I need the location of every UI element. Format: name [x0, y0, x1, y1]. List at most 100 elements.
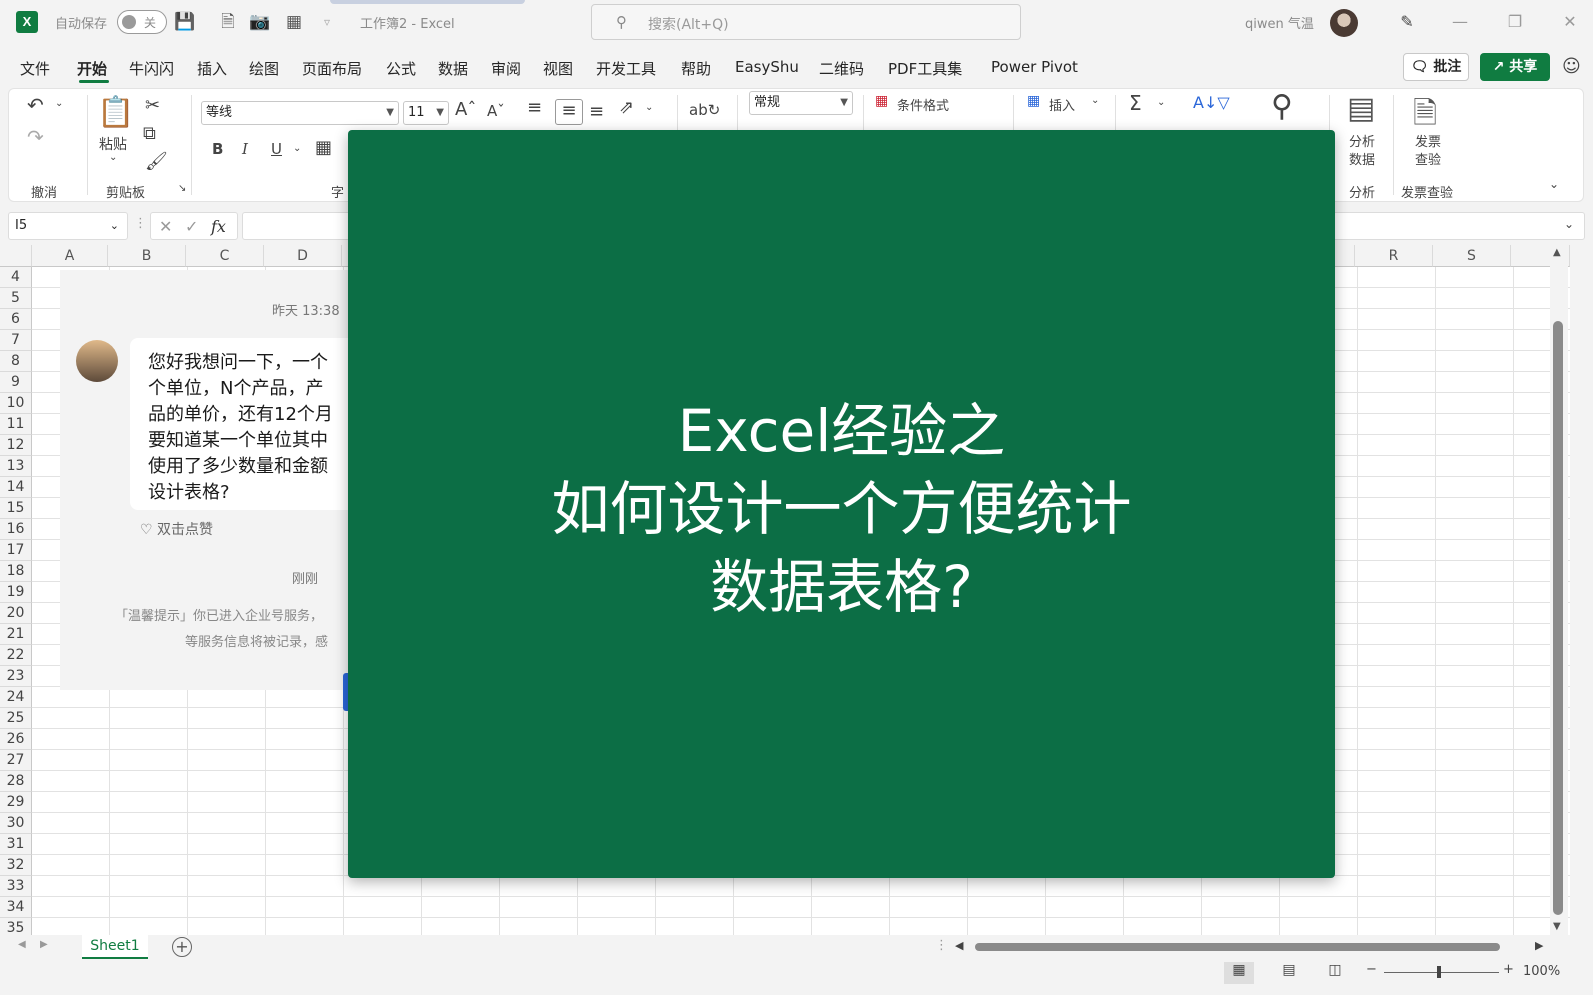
- insert-cells-label[interactable]: 插入: [1049, 95, 1075, 114]
- tab-page-layout[interactable]: 页面布局: [302, 58, 362, 79]
- row-header[interactable]: 17: [0, 540, 32, 561]
- tab-easyshu[interactable]: EasyShu: [735, 58, 799, 76]
- row-header[interactable]: 29: [0, 792, 32, 813]
- tab-help[interactable]: 帮助: [681, 58, 711, 79]
- close-button[interactable]: ✕: [1558, 10, 1582, 34]
- tab-home[interactable]: 开始: [77, 58, 107, 79]
- number-format-select[interactable]: 常规 ▼: [749, 91, 853, 115]
- scroll-left-icon[interactable]: ◀: [955, 939, 963, 952]
- comment-button[interactable]: 🗨 批注: [1403, 53, 1469, 81]
- analyze-label-2[interactable]: 数据: [1349, 149, 1375, 168]
- align-middle-icon[interactable]: ≡: [555, 99, 583, 125]
- tab-data[interactable]: 数据: [438, 58, 468, 79]
- collapse-ribbon-icon[interactable]: ⌄: [1549, 177, 1559, 191]
- increase-font-icon[interactable]: Aˆ: [455, 99, 476, 120]
- italic-button[interactable]: I: [242, 140, 248, 158]
- row-header[interactable]: 10: [0, 393, 32, 414]
- sheet-tab[interactable]: Sheet1: [82, 935, 148, 959]
- tab-view[interactable]: 视图: [543, 58, 573, 79]
- paste-dropdown-icon[interactable]: ⌄: [109, 152, 117, 163]
- row-header[interactable]: 16: [0, 519, 32, 540]
- undo-icon[interactable]: ↶: [27, 93, 44, 117]
- camera-icon[interactable]: 📷: [248, 10, 272, 34]
- send-file-icon[interactable]: 🗎: [216, 10, 240, 34]
- prev-sheet-icon[interactable]: ◀: [18, 939, 26, 950]
- row-header[interactable]: 9: [0, 372, 32, 393]
- row-header[interactable]: 25: [0, 708, 32, 729]
- page-layout-view-icon[interactable]: ▤: [1274, 962, 1304, 984]
- tab-formulas[interactable]: 公式: [386, 58, 416, 79]
- autosum-icon[interactable]: Σ: [1129, 91, 1142, 115]
- row-header[interactable]: 24: [0, 687, 32, 708]
- find-select-icon[interactable]: ⚲: [1271, 89, 1293, 124]
- row-header[interactable]: 4: [0, 267, 32, 288]
- tab-file[interactable]: 文件: [20, 58, 50, 79]
- scroll-right-icon[interactable]: ▶: [1535, 939, 1543, 952]
- zoom-in-icon[interactable]: +: [1503, 962, 1514, 977]
- conditional-format-icon[interactable]: ▦: [875, 93, 888, 109]
- zoom-slider-knob[interactable]: [1437, 966, 1441, 978]
- tab-developer[interactable]: 开发工具: [596, 58, 656, 79]
- cancel-icon[interactable]: ✕: [159, 217, 172, 236]
- format-painter-icon[interactable]: 🖌: [145, 151, 168, 172]
- normal-view-icon[interactable]: ▦: [1224, 962, 1254, 984]
- row-header[interactable]: 26: [0, 729, 32, 750]
- conditional-format-label[interactable]: 条件格式: [897, 95, 949, 114]
- tab-insert[interactable]: 插入: [197, 58, 227, 79]
- tab-review[interactable]: 审阅: [491, 58, 521, 79]
- expand-formula-icon[interactable]: ⌄: [1564, 217, 1574, 231]
- tab-splitter-icon[interactable]: ⋮: [935, 938, 948, 953]
- invoice-label-2[interactable]: 查验: [1415, 149, 1441, 168]
- page-break-view-icon[interactable]: ◫: [1320, 962, 1350, 984]
- search-box[interactable]: ⚲ 搜索(Alt+Q): [591, 4, 1021, 40]
- orientation-dropdown-icon[interactable]: ⌄: [645, 102, 653, 113]
- invoice-label-1[interactable]: 发票: [1415, 131, 1441, 150]
- analyze-data-icon[interactable]: ▤: [1347, 91, 1375, 126]
- row-header[interactable]: 31: [0, 834, 32, 855]
- column-header[interactable]: D: [264, 245, 342, 267]
- row-header[interactable]: 11: [0, 414, 32, 435]
- tab-niushanshan[interactable]: 牛闪闪: [129, 58, 174, 79]
- redo-icon[interactable]: ↷: [27, 125, 44, 149]
- row-header[interactable]: 15: [0, 498, 32, 519]
- clipboard-launcher-icon[interactable]: ↘: [178, 183, 186, 194]
- row-header[interactable]: 18: [0, 561, 32, 582]
- row-header[interactable]: 14: [0, 477, 32, 498]
- column-header[interactable]: C: [186, 245, 264, 267]
- cut-icon[interactable]: ✂: [145, 95, 160, 116]
- tab-draw[interactable]: 绘图: [249, 58, 279, 79]
- save-icon[interactable]: 💾: [173, 10, 197, 34]
- row-header[interactable]: 19: [0, 582, 32, 603]
- row-header[interactable]: 20: [0, 603, 32, 624]
- row-header[interactable]: 34: [0, 897, 32, 918]
- column-header[interactable]: R: [1355, 245, 1433, 267]
- paste-label[interactable]: 粘贴: [99, 134, 127, 154]
- borders-icon[interactable]: ▦: [315, 137, 332, 158]
- copy-icon[interactable]: ⧉: [143, 123, 156, 144]
- row-header[interactable]: 8: [0, 351, 32, 372]
- sort-filter-icon[interactable]: A↓▽: [1193, 93, 1230, 112]
- insert-cells-icon[interactable]: ▦: [1027, 93, 1040, 109]
- spelling-icon[interactable]: ab↻: [689, 101, 720, 119]
- feedback-icon[interactable]: ☺: [1562, 56, 1581, 77]
- row-header[interactable]: 22: [0, 645, 32, 666]
- bold-button[interactable]: B: [212, 140, 223, 158]
- undo-dropdown-icon[interactable]: ⌄: [55, 98, 63, 109]
- zoom-out-icon[interactable]: −: [1366, 962, 1377, 977]
- font-size-select[interactable]: 11 ▼: [403, 101, 449, 125]
- scroll-down-icon[interactable]: ▼: [1553, 921, 1561, 932]
- column-header[interactable]: S: [1433, 245, 1511, 267]
- insert-dropdown-icon[interactable]: ⌄: [1091, 95, 1099, 106]
- select-all-corner[interactable]: [0, 245, 32, 267]
- next-sheet-icon[interactable]: ▶: [40, 939, 48, 950]
- align-top-icon[interactable]: ≡: [527, 97, 542, 118]
- row-header[interactable]: 7: [0, 330, 32, 351]
- autosave-toggle[interactable]: 关: [117, 10, 167, 34]
- column-header[interactable]: B: [108, 245, 186, 267]
- zoom-level[interactable]: 100%: [1523, 964, 1560, 979]
- row-header[interactable]: 6: [0, 309, 32, 330]
- underline-button[interactable]: U: [271, 140, 282, 158]
- enter-icon[interactable]: ✓: [185, 217, 198, 236]
- horizontal-scroll-thumb[interactable]: [975, 943, 1500, 951]
- minimize-button[interactable]: —: [1448, 10, 1472, 34]
